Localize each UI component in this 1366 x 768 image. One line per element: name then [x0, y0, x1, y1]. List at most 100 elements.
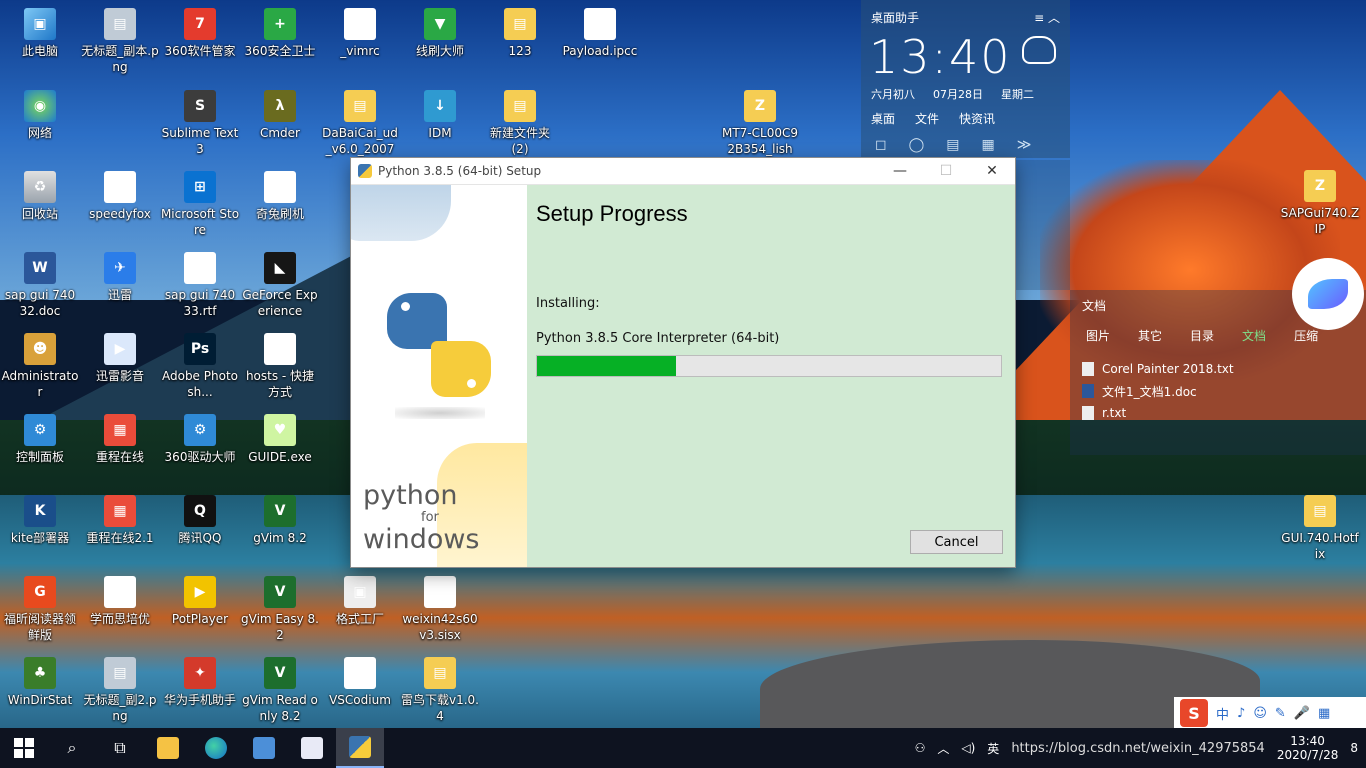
desktop-icon-dabaicai[interactable]: ▤ DaBaiCai_ud_v6.0_2007: [320, 88, 400, 157]
desktop-icon-sap-doc[interactable]: Wsap gui 740 32.doc: [0, 250, 80, 319]
more-icon[interactable]: ≫: [1017, 137, 1032, 153]
desktop-icon-idm[interactable]: ↓ IDM: [400, 88, 480, 141]
desktop-icon-gui-hotfix[interactable]: ▤ GUI.740.Hotfix: [1280, 493, 1360, 562]
microphone-icon[interactable]: 🎤: [1294, 706, 1310, 721]
desktop-icon-sublime[interactable]: S Sublime Text 3: [160, 88, 240, 157]
desktop-icon-gvim-easy[interactable]: VgVim Easy 8.2: [240, 574, 320, 643]
tab-documents[interactable]: 文档: [1242, 327, 1266, 344]
taskbar-clock[interactable]: 13:40 2020/7/28: [1277, 734, 1339, 762]
assistant-news-button[interactable]: 快资讯: [959, 110, 995, 127]
desktop-icon-untitled-2[interactable]: ▤ 无标题_副2.png: [80, 655, 160, 724]
show-hidden-icons-button[interactable]: ︿: [937, 740, 949, 757]
assistant-file-button[interactable]: 文件: [915, 110, 939, 127]
desktop-icon-sap-rtf[interactable]: ▤ sap gui 740 33.rtf: [160, 250, 240, 319]
speedyfox-icon: ✈: [104, 171, 136, 203]
desktop-icon-recycle-bin[interactable]: ♻ 回收站: [0, 169, 80, 222]
desktop-icon-control-panel[interactable]: ⚙ 控制面板: [0, 412, 80, 465]
desktop-icon-label: 回收站: [21, 207, 58, 221]
keyboard-grid-icon[interactable]: ▦: [1318, 706, 1330, 721]
minimize-button[interactable]: —: [877, 163, 923, 179]
desktop-icon-this-pc[interactable]: ▣ 此电脑: [0, 6, 80, 59]
pen-icon[interactable]: ✎: [1275, 706, 1286, 721]
assistant-desktop-button[interactable]: 桌面: [871, 110, 895, 127]
cloud-weather-icon[interactable]: [1022, 36, 1056, 64]
desktop-icon-vscodium[interactable]: ◎ VSCodium: [320, 655, 400, 708]
window-titlebar[interactable]: Python 3.8.5 (64-bit) Setup — ☐ ✕: [351, 158, 1015, 185]
cancel-button[interactable]: Cancel: [910, 530, 1003, 554]
desktop-icon-chongcheng[interactable]: ▦ 重程在线: [80, 412, 160, 465]
ime-mode-toggle[interactable]: 中: [1216, 704, 1229, 723]
taskbar-thunder[interactable]: [288, 728, 336, 768]
desktop-icon-speedyfox[interactable]: ✈ speedyfox: [80, 169, 160, 222]
file-name: Corel Painter 2018.txt: [1102, 362, 1234, 376]
desktop-icon-hosts[interactable]: ▤ hosts - 快捷方式: [240, 331, 320, 400]
people-icon[interactable]: ⚇: [915, 741, 926, 755]
desktop-icon-leiniao[interactable]: ▤ 雷鸟下载v1.0.4: [400, 655, 480, 724]
desktop-icon-kite[interactable]: Kkite部署器: [0, 493, 80, 546]
desktop-icon-qitu[interactable]: ✌ 奇兔刷机: [240, 169, 320, 222]
desktop-icon-network[interactable]: ◉ 网络: [0, 88, 80, 141]
desktop-icon-guide[interactable]: ♥ GUIDE.exe: [240, 412, 320, 465]
desktop-icon-untitled-copy[interactable]: ▤ 无标题_副本.png: [80, 6, 160, 75]
task-view-button[interactable]: ⧉: [96, 728, 144, 768]
collapse-icon[interactable]: ︿: [1048, 11, 1060, 25]
window-icon[interactable]: ◻: [875, 137, 887, 153]
tab-other[interactable]: 其它: [1138, 327, 1162, 344]
chongcheng-icon: ▦: [104, 495, 136, 527]
grid-icon[interactable]: ▦: [982, 137, 995, 153]
tab-archives[interactable]: 压缩: [1294, 327, 1318, 344]
desktop-icon-cmder[interactable]: λ Cmder: [240, 88, 320, 141]
desktop-icon-xueersi[interactable]: ✿ 学而思培优: [80, 574, 160, 627]
search-button[interactable]: ⌕: [48, 728, 96, 768]
desktop-icon-foxit[interactable]: G 福昕阅读器领鲜版: [0, 574, 80, 643]
desktop-icon-windirstat[interactable]: ♣ WinDirStat: [0, 655, 80, 708]
start-button[interactable]: [0, 728, 48, 768]
desktop-icon-flash-master[interactable]: ▼ 线刷大师: [400, 6, 480, 59]
tab-directory[interactable]: 目录: [1190, 327, 1214, 344]
desktop-icon-360-safe[interactable]: +360安全卫士: [240, 6, 320, 59]
desktop-icon-vimrc[interactable]: ▤ _vimrc: [320, 6, 400, 59]
volume-icon[interactable]: ◁): [961, 741, 975, 755]
desktop-icon-label: 华为手机助手: [163, 693, 236, 707]
desktop-icon-ms-store[interactable]: ⊞ Microsoft Store: [160, 169, 240, 238]
punctuation-icon[interactable]: ♪: [1237, 706, 1245, 721]
taskbar-edge[interactable]: [192, 728, 240, 768]
desktop-icon-format-factory[interactable]: ▣ 格式工厂: [320, 574, 400, 627]
desktop-icon-qq[interactable]: Q 腾讯QQ: [160, 493, 240, 546]
desktop-icon-photoshop[interactable]: Ps Adobe Photosh...: [160, 331, 240, 400]
desktop-icon-weixin-sisx[interactable]: ▤ weixin42s60v3.sisx: [400, 574, 480, 643]
desktop-icon-360-driver[interactable]: ⚙ 360驱动大师: [160, 412, 240, 465]
list-item[interactable]: 文件1_文档1.doc: [1082, 380, 1354, 402]
tab-images[interactable]: 图片: [1086, 327, 1110, 344]
desktop-icon-administrator[interactable]: ☻ Administrator: [0, 331, 80, 400]
desktop-icon-huawei[interactable]: ✦ 华为手机助手: [160, 655, 240, 708]
list-item[interactable]: Corel Painter 2018.txt: [1082, 358, 1354, 380]
desktop-icon-sapgui-zip[interactable]: Z SAPGui740.ZIP: [1280, 168, 1360, 237]
desktop-icon-gvim[interactable]: VgVim 8.2: [240, 493, 320, 546]
desktop-icon-folder-123[interactable]: ▤ 123: [480, 6, 560, 59]
desktop-icon-thunder-player[interactable]: ▶ 迅雷影音: [80, 331, 160, 384]
note-icon[interactable]: ▤: [946, 137, 959, 153]
desktop-icon-360-manager[interactable]: 7 360软件管家: [160, 6, 240, 59]
emoji-icon[interactable]: ☺: [1253, 706, 1267, 721]
circle-icon[interactable]: ◯: [909, 137, 925, 153]
desktop-icon-new-folder-2[interactable]: ▤ 新建文件夹 (2): [480, 88, 560, 157]
close-button[interactable]: ✕: [969, 163, 1015, 179]
list-item[interactable]: r.txt: [1082, 402, 1354, 424]
desktop-icon-potplayer[interactable]: ▶ PotPlayer: [160, 574, 240, 627]
taskbar-remote-desktop[interactable]: [240, 728, 288, 768]
notification-center-icon[interactable]: 8: [1350, 741, 1358, 755]
input-language-indicator[interactable]: 英: [987, 740, 999, 757]
desktop-icon-geforce[interactable]: ◣ GeForce Experience: [240, 250, 320, 319]
desktop-icon-gvim-readonly[interactable]: VgVim Read only 8.2: [240, 655, 320, 724]
desktop-icon-payload[interactable]: ▤ Payload.ipcc: [560, 6, 640, 59]
sogou-logo-icon[interactable]: S: [1180, 699, 1208, 727]
taskbar-explorer[interactable]: [144, 728, 192, 768]
desktop-icon-chongcheng-2[interactable]: ▦ 重程在线2.1: [80, 493, 160, 546]
floating-bird-assistant-icon[interactable]: [1292, 258, 1364, 330]
desktop-icon-thunder[interactable]: ✈ 迅雷: [80, 250, 160, 303]
menu-icon[interactable]: ≡: [1034, 11, 1044, 25]
taskbar-python-setup[interactable]: [336, 728, 384, 768]
qq-icon: Q: [184, 495, 216, 527]
desktop-icon-label: gVim Read only 8.2: [242, 693, 318, 723]
